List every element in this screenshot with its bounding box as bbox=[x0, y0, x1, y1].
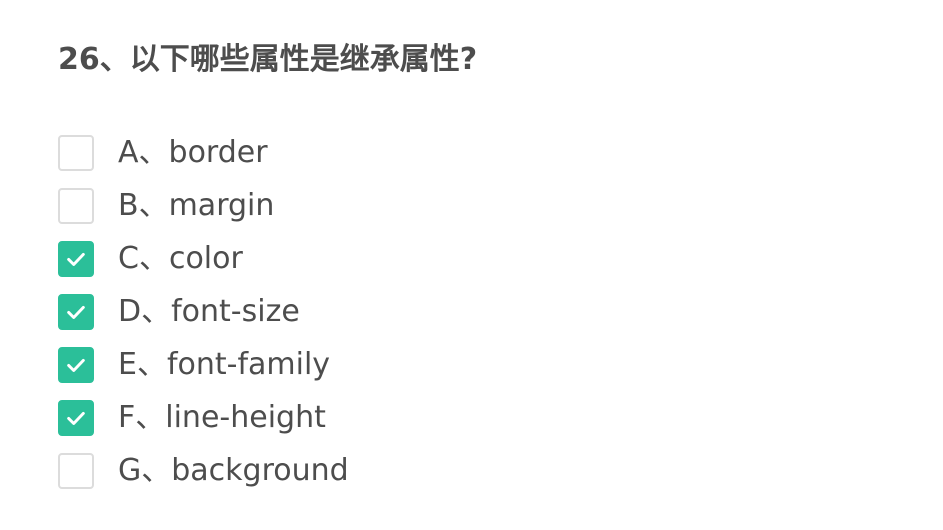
option-d[interactable]: D、font-size bbox=[58, 285, 349, 338]
option-b[interactable]: B、margin bbox=[58, 179, 349, 232]
option-g[interactable]: G、background bbox=[58, 444, 349, 497]
option-e[interactable]: E、font-family bbox=[58, 338, 349, 391]
option-label-d: D、font-size bbox=[118, 293, 300, 329]
option-f[interactable]: F、line-height bbox=[58, 391, 349, 444]
check-icon bbox=[67, 411, 85, 425]
check-icon bbox=[67, 252, 85, 266]
option-label-b: B、margin bbox=[118, 187, 275, 223]
checkbox-c[interactable] bbox=[58, 240, 94, 277]
option-label-g: G、background bbox=[118, 452, 349, 488]
option-label-f: F、line-height bbox=[118, 399, 326, 435]
option-a[interactable]: A、border bbox=[58, 126, 349, 179]
checkbox-a[interactable] bbox=[58, 134, 94, 171]
option-label-e: E、font-family bbox=[118, 346, 331, 382]
checkbox-d[interactable] bbox=[58, 293, 94, 330]
option-c[interactable]: C、color bbox=[58, 232, 349, 285]
quiz-question-panel: 26、以下哪些属性是继承属性? A、border B、margin C、colo… bbox=[58, 38, 918, 489]
checkbox-g[interactable] bbox=[58, 452, 94, 489]
check-icon bbox=[67, 358, 85, 372]
options-list: A、border B、margin C、color D、font-size E、… bbox=[58, 126, 349, 497]
check-icon bbox=[67, 305, 85, 319]
option-label-a: A、border bbox=[118, 134, 268, 170]
checkbox-e[interactable] bbox=[58, 346, 94, 383]
option-label-c: C、color bbox=[118, 240, 243, 276]
checkbox-b[interactable] bbox=[58, 187, 94, 224]
checkbox-f[interactable] bbox=[58, 399, 94, 436]
question-title: 26、以下哪些属性是继承属性? bbox=[58, 42, 478, 77]
